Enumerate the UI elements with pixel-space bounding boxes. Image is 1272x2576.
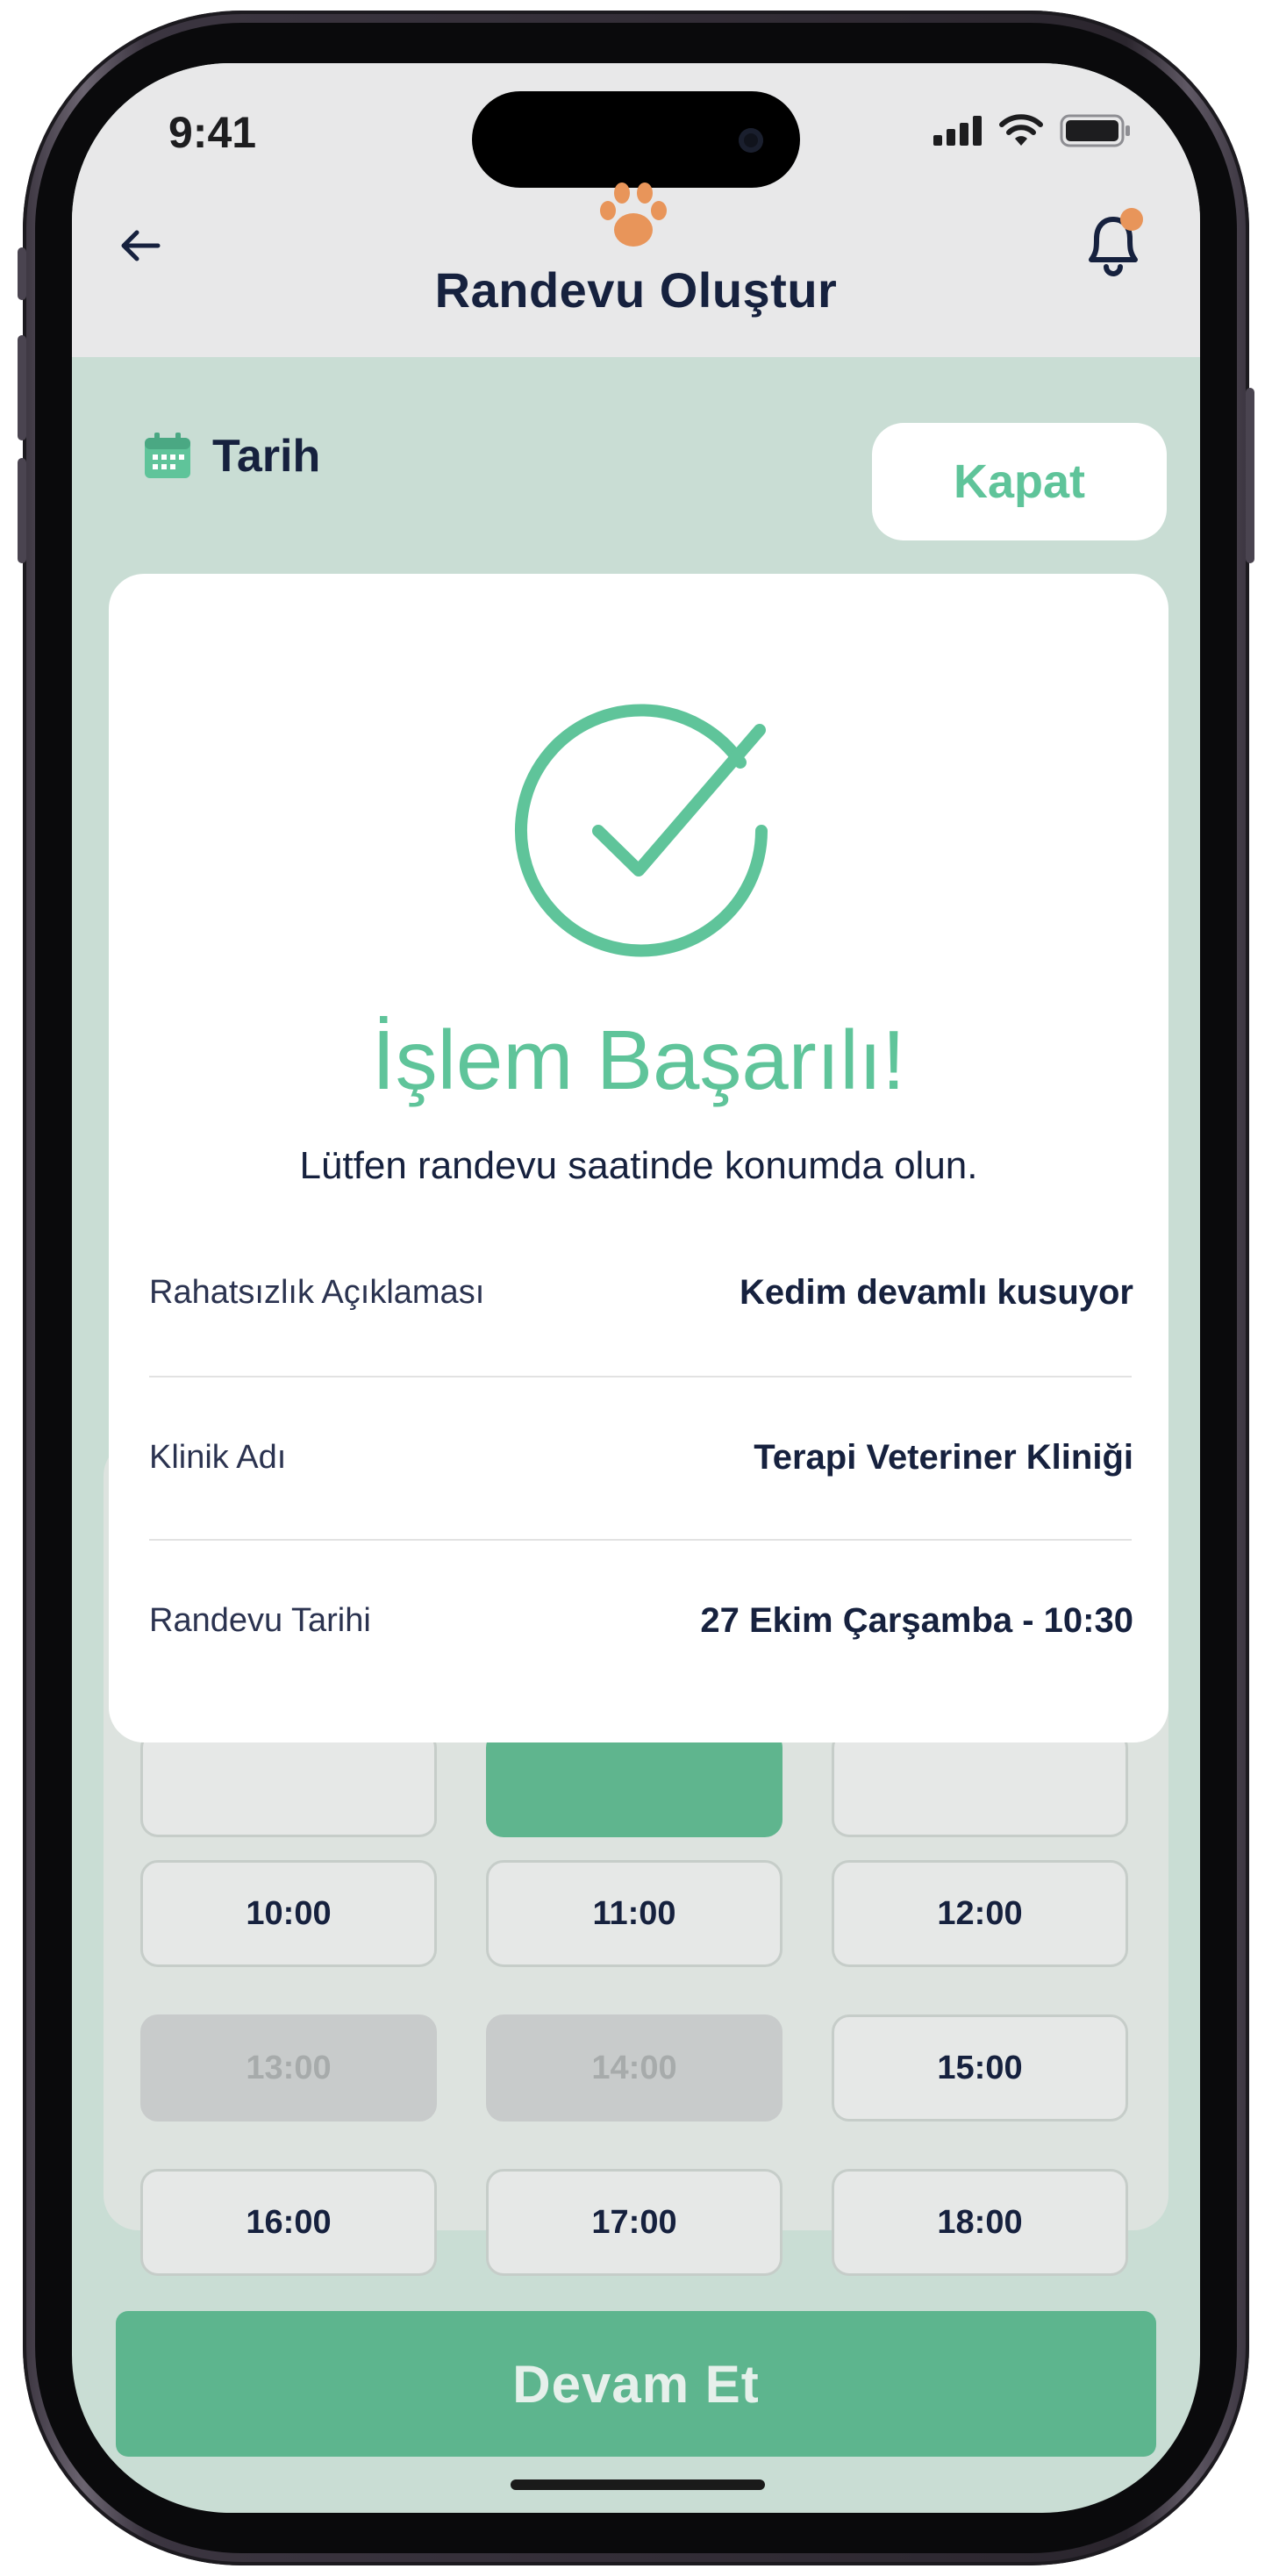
time-slot[interactable]: 18:00: [832, 2169, 1128, 2276]
clinic-value: Terapi Veteriner Kliniği: [754, 1437, 1133, 1477]
status-time: 9:41: [168, 108, 257, 157]
success-subtitle: Lütfen randevu saatinde konumda olun.: [299, 1144, 978, 1187]
volume-down-button: [18, 458, 26, 563]
clinic-label: Klinik Adı: [149, 1438, 287, 1476]
notification-bell-icon[interactable]: [1079, 205, 1147, 284]
home-indicator: [511, 2479, 765, 2490]
success-modal: İşlem Başarılı! Lütfen randevu saatinde …: [109, 574, 1168, 1742]
info-row-date: Randevu Tarihi 27 Ekim Çarşamba - 10:30: [149, 1539, 1133, 1702]
cellular-signal-icon: [933, 116, 982, 146]
info-row-complaint: Rahatsızlık Açıklaması Kedim devamlı kus…: [149, 1211, 1133, 1374]
mute-switch: [18, 247, 26, 300]
paw-logo-icon: [600, 182, 667, 247]
time-slot[interactable]: 12:00: [832, 1860, 1128, 1967]
complaint-value: Kedim devamlı kusuyor: [739, 1272, 1133, 1312]
appointment-date-value: 27 Ekim Çarşamba - 10:30: [700, 1600, 1133, 1640]
success-title: İşlem Başarılı!: [371, 1013, 906, 1107]
complaint-label: Rahatsızlık Açıklaması: [149, 1273, 485, 1311]
time-slot-partial[interactable]: [832, 1730, 1128, 1837]
close-button[interactable]: Kapat: [872, 423, 1167, 540]
time-slot[interactable]: 15:00: [832, 2014, 1128, 2122]
wifi-icon: [999, 114, 1043, 146]
calendar-icon: [145, 433, 190, 478]
notification-dot: [1120, 208, 1143, 231]
time-slot-disabled: 13:00: [140, 2014, 437, 2122]
volume-up-button: [18, 335, 26, 440]
time-slot-selected[interactable]: [486, 1730, 782, 1837]
app-header: 9:41 Randevu Oluştur: [72, 63, 1200, 357]
date-label: Tarih: [212, 431, 321, 482]
power-button: [1246, 388, 1254, 563]
status-icons: [933, 114, 1132, 147]
time-slot-disabled: 14:00: [486, 2014, 782, 2122]
app-screen: 9:41 Randevu Oluştur Tarih Kapat 10:00 1…: [72, 63, 1200, 2513]
success-check-icon: [515, 704, 768, 957]
time-slot-partial[interactable]: [140, 1730, 437, 1837]
time-slot[interactable]: 16:00: [140, 2169, 437, 2276]
camera-icon: [739, 128, 763, 153]
time-slot[interactable]: 11:00: [486, 1860, 782, 1967]
appointment-date-label: Randevu Tarihi: [149, 1601, 371, 1639]
date-section-header: Tarih: [142, 430, 320, 483]
time-slot[interactable]: 10:00: [140, 1860, 437, 1967]
continue-button[interactable]: Devam Et: [116, 2311, 1156, 2457]
page-title: Randevu Oluştur: [434, 262, 838, 318]
info-row-clinic: Klinik Adı Terapi Veteriner Kliniği: [149, 1376, 1133, 1539]
battery-icon: [1060, 114, 1130, 147]
time-slot[interactable]: 17:00: [486, 2169, 782, 2276]
